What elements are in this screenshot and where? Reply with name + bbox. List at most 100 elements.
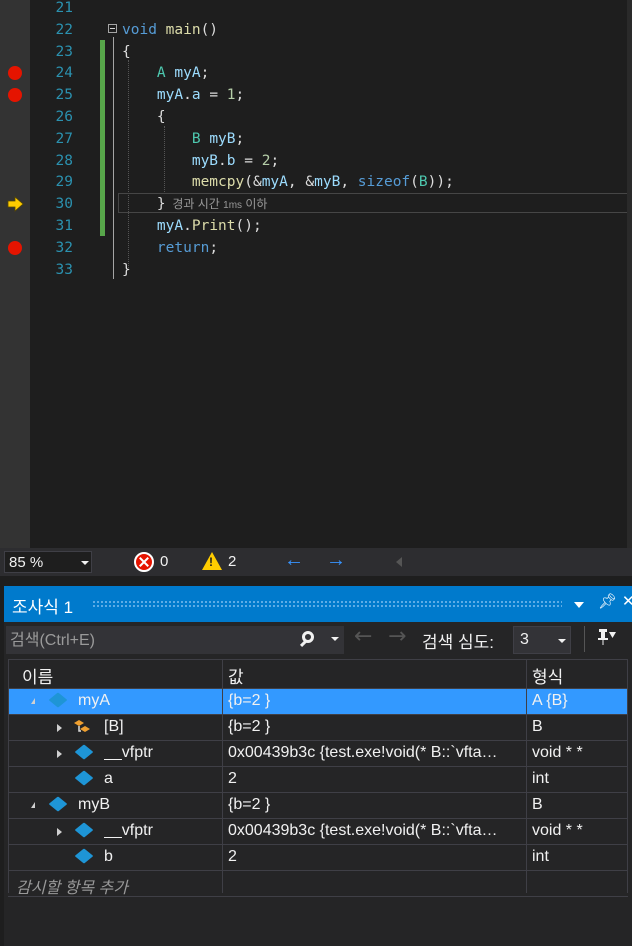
code-text[interactable]: } — [122, 259, 131, 281]
code-token: myA — [174, 65, 201, 82]
search-icon[interactable] — [302, 631, 314, 643]
line-number: 33 — [55, 261, 73, 278]
warning-count[interactable]: 2 — [228, 553, 236, 570]
window-menu-icon[interactable] — [574, 602, 584, 608]
code-text[interactable]: B myB; — [122, 128, 244, 150]
arrow-right-icon[interactable]: → — [326, 549, 346, 572]
code-text[interactable]: myA.a = 1; — [122, 84, 244, 106]
breakpoint-icon[interactable] — [8, 66, 22, 81]
expand-toggle-icon[interactable] — [28, 802, 35, 808]
watch-row[interactable]: a 2 int — [8, 767, 628, 793]
code-token: myB — [209, 130, 236, 147]
watch-row[interactable]: [B] {b=2 } B — [8, 715, 628, 741]
watch-row[interactable]: myA {b=2 } A {B} — [8, 689, 628, 715]
breakpoint-icon[interactable] — [8, 88, 22, 103]
watch-value-cell[interactable]: 0x00439b3c {test.exe!void(* B::`vfta… — [228, 822, 522, 840]
watch-type-cell: void * * — [532, 744, 583, 761]
search-depth-value: 3 — [520, 631, 529, 648]
error-icon[interactable] — [134, 552, 154, 572]
column-header-value[interactable]: 값 — [228, 663, 244, 688]
watch-value-cell[interactable]: {b=2 } — [228, 796, 522, 814]
code-token: } — [122, 261, 131, 278]
watch-name-cell[interactable]: b — [104, 848, 113, 866]
watch-name-cell[interactable]: myA — [78, 692, 110, 710]
code-text[interactable]: myA.Print(); — [122, 215, 262, 237]
watch-value-cell[interactable]: 2 — [228, 770, 522, 788]
code-line[interactable]: 31 myA.Print(); — [0, 215, 632, 237]
watch-title-bar[interactable]: 조사식 1 📌︎ ✕ — [4, 586, 632, 622]
error-count[interactable]: 0 — [160, 553, 168, 570]
close-icon[interactable]: ✕ — [622, 592, 632, 610]
column-header-type[interactable]: 형식 — [532, 663, 563, 688]
zoom-dropdown[interactable]: 85 % — [4, 551, 92, 573]
column-separator[interactable] — [222, 659, 223, 893]
watch-name-cell[interactable]: a — [104, 770, 113, 788]
watch-value-cell[interactable]: 0x00439b3c {test.exe!void(* B::`vfta… — [228, 744, 522, 762]
search-depth-dropdown[interactable]: 3 — [513, 626, 571, 654]
code-token: ; — [235, 87, 245, 104]
code-token: return — [156, 239, 210, 256]
code-text[interactable]: memcpy(&myA, &myB, sizeof(B)); — [122, 171, 454, 193]
watch-value-cell[interactable]: 2 — [228, 848, 522, 866]
add-watch-row[interactable]: 감시할 항목 추가 — [8, 871, 628, 897]
pin-columns-icon[interactable] — [596, 626, 618, 648]
code-line[interactable]: 29 memcpy(&myA, &myB, sizeof(B)); — [0, 171, 632, 193]
expand-toggle-icon[interactable] — [57, 750, 62, 758]
code-token: void — [122, 21, 166, 38]
watch-toolbar: ← → 검색 심도: 3 — [4, 624, 632, 656]
editor-scrollbar[interactable] — [627, 0, 632, 548]
code-text[interactable]: { — [122, 41, 131, 63]
code-text[interactable]: A myA; — [122, 62, 209, 84]
code-token: . — [183, 87, 192, 104]
code-token: ; — [235, 130, 245, 147]
field-cube-icon — [74, 848, 94, 864]
scroll-left-icon[interactable] — [396, 557, 402, 567]
code-token: ; — [200, 65, 210, 82]
watch-row[interactable]: b 2 int — [8, 845, 628, 871]
collapse-icon[interactable] — [108, 23, 117, 33]
code-line[interactable]: 26 { — [0, 106, 632, 128]
code-token: a — [191, 87, 201, 104]
code-line[interactable]: 25 myA.a = 1; — [0, 84, 632, 106]
line-number: 32 — [55, 239, 73, 256]
pin-icon[interactable]: 📌︎ — [598, 592, 617, 610]
breakpoint-icon[interactable] — [8, 240, 22, 255]
code-line[interactable]: 33} — [0, 259, 632, 281]
watch-value-cell[interactable]: {b=2 } — [228, 692, 522, 710]
expand-toggle-icon[interactable] — [57, 724, 62, 732]
arrow-left-icon[interactable]: ← — [284, 549, 304, 572]
instruction-pointer-icon[interactable] — [7, 196, 24, 213]
column-header-name[interactable]: 이름 — [22, 663, 53, 688]
watch-name-cell[interactable]: [B] — [104, 718, 124, 736]
watch-row[interactable]: myB {b=2 } B — [8, 793, 628, 819]
watch-name-cell[interactable]: myB — [78, 796, 110, 814]
chevron-down-icon[interactable] — [331, 637, 339, 641]
code-line[interactable]: 22 void main() — [0, 19, 632, 41]
watch-name-cell[interactable]: __vfptr — [104, 822, 153, 840]
zoom-value: 85 % — [9, 554, 44, 571]
watch-value-cell[interactable]: {b=2 } — [228, 718, 522, 736]
code-line[interactable]: 23 { — [0, 41, 632, 63]
search-previous-icon[interactable]: ← — [354, 624, 372, 649]
search-input[interactable] — [6, 626, 292, 656]
code-line[interactable]: 21 — [0, 0, 632, 19]
code-line[interactable]: 24 A myA; — [0, 62, 632, 84]
code-line[interactable]: 27 B myB; — [0, 128, 632, 150]
warning-icon[interactable] — [202, 552, 222, 570]
search-field[interactable] — [6, 626, 344, 656]
search-next-icon[interactable]: → — [388, 624, 406, 649]
watch-row[interactable]: __vfptr 0x00439b3c {test.exe!void(* B::`v… — [8, 741, 628, 767]
column-separator[interactable] — [526, 659, 527, 893]
expand-toggle-icon[interactable] — [57, 828, 62, 836]
code-text[interactable]: void main() — [122, 19, 218, 41]
chevron-down-icon — [558, 639, 566, 643]
watch-row[interactable]: __vfptr 0x00439b3c {test.exe!void(* B::`v… — [8, 819, 628, 845]
code-line[interactable]: 28 myB.b = 2; — [0, 150, 632, 172]
code-editor[interactable]: 21 22 void main() 23{24 A myA; 25 myA.a = 1;… — [0, 0, 632, 548]
code-text[interactable]: return; — [122, 237, 218, 259]
code-token: { — [122, 43, 131, 60]
code-line[interactable]: 32 return; — [0, 237, 632, 259]
code-text[interactable]: myB.b = 2; — [122, 150, 279, 172]
expand-toggle-icon[interactable] — [28, 698, 35, 704]
watch-name-cell[interactable]: __vfptr — [104, 744, 153, 762]
